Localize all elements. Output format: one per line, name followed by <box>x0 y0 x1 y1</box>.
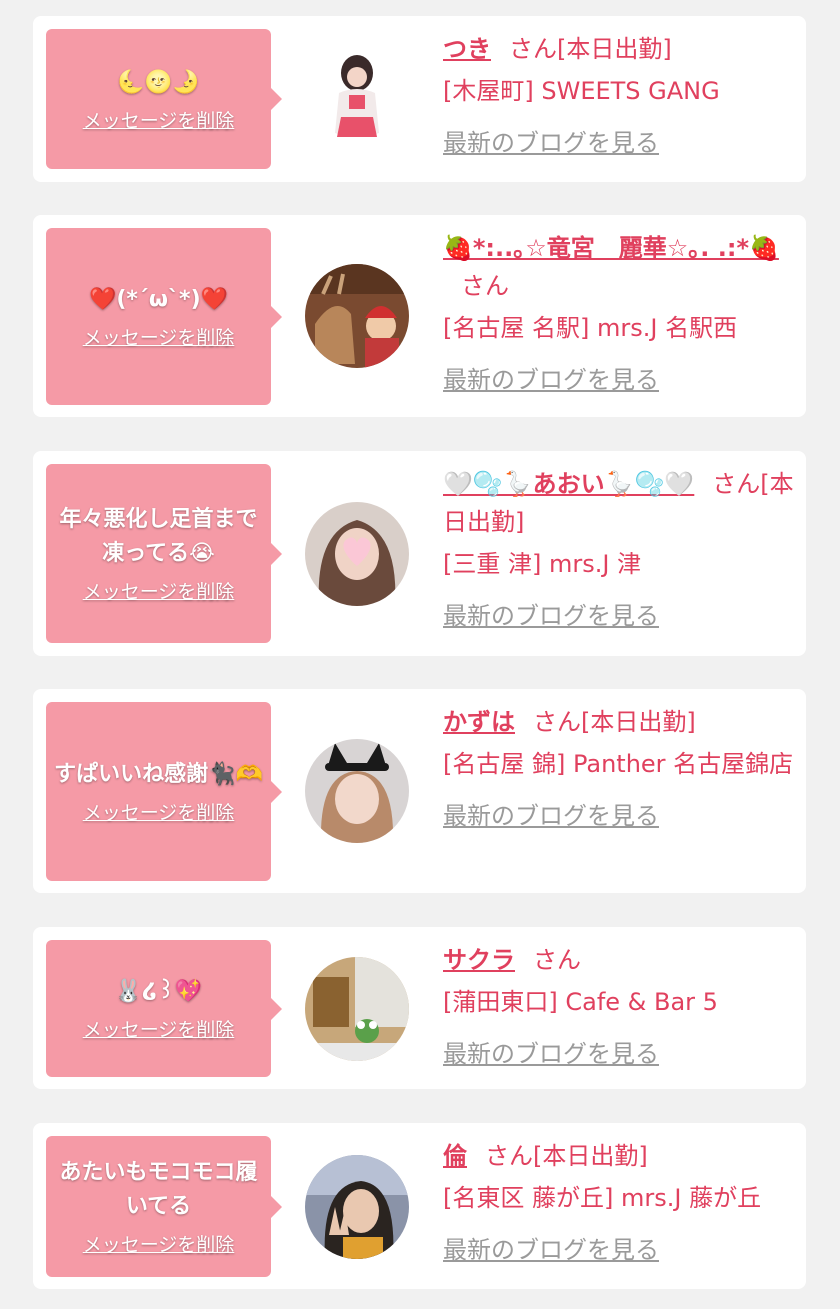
status-badge: [本日出勤] <box>533 1142 648 1170</box>
member-info: 🤍🫧🪿あおい🪿🫧🤍 さん[本日出勤] [三重 津] mrs.J 津 最新のブログを… <box>443 465 796 635</box>
message-bubble: 🌜🌝🌛 メッセージを削除 <box>46 29 282 169</box>
message-card: ❤️(*´ω`*)❤️ メッセージを削除 🍓*:..｡☆竜宮 麗華☆｡. .:*… <box>33 215 806 417</box>
message-list: 🌜🌝🌛 メッセージを削除 つき さん[本日出勤] [木屋町] SWEETS GAN… <box>0 0 840 1309</box>
latest-blog-link[interactable]: 最新のブログを見る <box>443 797 796 835</box>
latest-blog-link[interactable]: 最新のブログを見る <box>443 124 796 162</box>
avatar[interactable] <box>305 1155 409 1259</box>
avatar[interactable] <box>305 502 409 606</box>
san-label: さん <box>485 1142 533 1170</box>
san-label: さん <box>712 470 761 498</box>
latest-blog-link[interactable]: 最新のブログを見る <box>443 361 796 399</box>
message-card: すぱいいね感謝🐈‍⬛🫶 メッセージを削除 かずは さん[本日出勤] [名古屋 錦]… <box>33 689 806 893</box>
member-info: 倫さん[本日出勤] [名東区 藤が丘] mrs.J 藤が丘 最新のブログを見る <box>443 1137 796 1269</box>
member-info: つき さん[本日出勤] [木屋町] SWEETS GANG 最新のブログを見る <box>443 30 796 162</box>
san-label: さん <box>509 35 557 63</box>
shop-label: [名古屋 名駅] mrs.J 名駅西 <box>443 314 738 342</box>
message-text: 年々悪化し足首まで凍ってる😭 <box>59 507 258 566</box>
shop-label: [名東区 藤が丘] mrs.J 藤が丘 <box>443 1184 762 1212</box>
status-badge: [本日出勤] <box>581 708 696 736</box>
message-card: あたいもモコモコ履いてる メッセージを削除 倫さん[本日出勤] [名東区 藤が丘… <box>33 1123 806 1289</box>
member-info: サクラ さん [蒲田東口] Cafe & Bar 5 最新のブログを見る <box>443 941 796 1073</box>
member-info: かずは さん[本日出勤] [名古屋 錦] Panther 名古屋錦店 最新のブログ… <box>443 703 796 835</box>
message-bubble: 年々悪化し足首まで凍ってる😭 メッセージを削除 <box>46 464 282 643</box>
delete-message-link[interactable]: メッセージを削除 <box>83 1230 235 1257</box>
member-name-link[interactable]: 倫 <box>443 1142 467 1170</box>
shop-label: [名古屋 錦] Panther 名古屋錦店 <box>443 750 794 778</box>
delete-message-link[interactable]: メッセージを削除 <box>83 577 235 604</box>
member-name-link[interactable]: サクラ <box>443 946 515 974</box>
message-card: 🐰໒꒱💖 メッセージを削除 サクラ さん [蒲田東口] Cafe & Bar 5 … <box>33 927 806 1089</box>
message-text: ❤️(*´ω`*)❤️ <box>88 287 229 312</box>
latest-blog-link[interactable]: 最新のブログを見る <box>443 1035 796 1073</box>
message-text: すぱいいね感謝🐈‍⬛🫶 <box>54 762 263 787</box>
avatar[interactable] <box>305 47 409 151</box>
member-info: 🍓*:..｡☆竜宮 麗華☆｡. .:*🍓 さん [名古屋 名駅] mrs.J 名駅… <box>443 229 796 399</box>
san-label: さん <box>533 708 581 736</box>
delete-message-link[interactable]: メッセージを削除 <box>83 1015 235 1042</box>
delete-message-link[interactable]: メッセージを削除 <box>83 323 235 350</box>
message-text: 🐰໒꒱💖 <box>114 979 203 1004</box>
message-text: 🌜🌝🌛 <box>117 69 200 95</box>
shop-label: [三重 津] mrs.J 津 <box>443 550 642 578</box>
message-bubble: ❤️(*´ω`*)❤️ メッセージを削除 <box>46 228 282 405</box>
delete-message-link[interactable]: メッセージを削除 <box>83 106 235 133</box>
message-text: あたいもモコモコ履いてる <box>59 1160 258 1219</box>
shop-label: [蒲田東口] Cafe & Bar 5 <box>443 988 718 1016</box>
status-badge: [本日出勤] <box>557 35 672 63</box>
latest-blog-link[interactable]: 最新のブログを見る <box>443 1231 796 1269</box>
message-bubble: すぱいいね感謝🐈‍⬛🫶 メッセージを削除 <box>46 702 282 881</box>
avatar[interactable] <box>305 739 409 843</box>
message-bubble: あたいもモコモコ履いてる メッセージを削除 <box>46 1136 282 1277</box>
member-name-link[interactable]: 🍓*:..｡☆竜宮 麗華☆｡. .:*🍓 <box>443 234 779 262</box>
avatar[interactable] <box>305 957 409 1061</box>
shop-label: [木屋町] SWEETS GANG <box>443 77 720 105</box>
message-bubble: 🐰໒꒱💖 メッセージを削除 <box>46 940 282 1077</box>
avatar[interactable] <box>305 264 409 368</box>
san-label: さん <box>461 272 509 300</box>
member-name-link[interactable]: 🤍🫧🪿あおい🪿🫧🤍 <box>443 470 694 498</box>
latest-blog-link[interactable]: 最新のブログを見る <box>443 597 796 635</box>
delete-message-link[interactable]: メッセージを削除 <box>83 798 235 825</box>
member-name-link[interactable]: かずは <box>443 708 515 736</box>
member-name-link[interactable]: つき <box>443 35 491 63</box>
san-label: さん <box>533 946 581 974</box>
message-card: 年々悪化し足首まで凍ってる😭 メッセージを削除 🤍🫧🪿あおい🪿🫧🤍 さん[本日出勤… <box>33 451 806 656</box>
message-card: 🌜🌝🌛 メッセージを削除 つき さん[本日出勤] [木屋町] SWEETS GAN… <box>33 16 806 182</box>
